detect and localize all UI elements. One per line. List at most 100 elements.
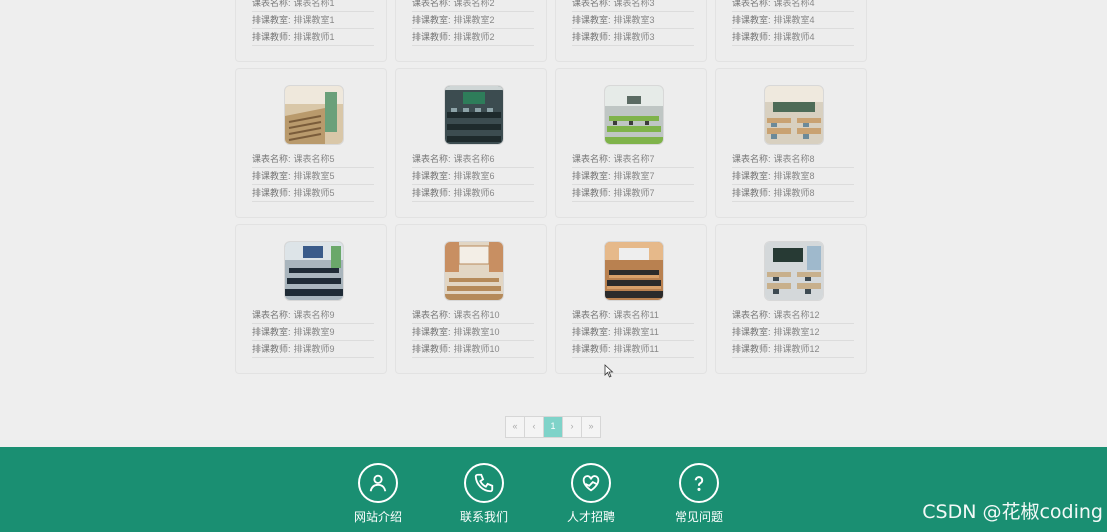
- prev-page-button[interactable]: ‹: [525, 417, 544, 437]
- course-info: 课表名称: 课表名称3 排课教室: 排课教室3 排课教师: 排课教师3: [572, 0, 694, 46]
- course-teacher-value: 排课教师2: [453, 32, 495, 42]
- course-room-value: 排课教室7: [613, 171, 655, 181]
- course-name-label: 课表名称:: [412, 310, 451, 320]
- course-name-label: 课表名称:: [732, 154, 771, 164]
- conference-room-photo[interactable]: [284, 241, 344, 301]
- course-teacher-row: 排课教师: 排课教师2: [412, 29, 534, 46]
- course-teacher-value: 排课教师10: [453, 344, 500, 354]
- course-card[interactable]: 课表名称: 课表名称11 排课教室: 排课教室11 排课教师: 排课教师11: [555, 224, 707, 374]
- course-name-row: 课表名称: 课表名称5: [252, 151, 374, 168]
- course-name-label: 课表名称:: [252, 310, 291, 320]
- course-room-label: 排课教室:: [252, 171, 291, 181]
- course-room-value: 排课教室8: [773, 171, 815, 181]
- footer-about-link[interactable]: 网站介绍: [343, 463, 413, 525]
- footer-about-label: 网站介绍: [353, 510, 402, 524]
- pagination: « ‹ 1 › »: [505, 416, 601, 438]
- course-room-row: 排课教室: 排课教室4: [732, 12, 854, 29]
- course-name-value: 课表名称10: [453, 310, 500, 320]
- course-room-row: 排课教室: 排课教室1: [252, 12, 374, 29]
- footer-faq-label: 常见问题: [674, 510, 723, 524]
- course-name-label: 课表名称:: [252, 0, 291, 8]
- course-info: 课表名称: 课表名称7 排课教室: 排课教室7 排课教师: 排课教师7: [572, 151, 694, 202]
- course-name-row: 课表名称: 课表名称6: [412, 151, 534, 168]
- course-room-row: 排课教室: 排课教室8: [732, 168, 854, 185]
- course-card[interactable]: 课表名称: 课表名称9 排课教室: 排课教室9 排课教师: 排课教师9: [235, 224, 387, 374]
- next-page-button[interactable]: ›: [563, 417, 582, 437]
- course-name-row: 课表名称: 课表名称8: [732, 151, 854, 168]
- course-teacher-value: 排课教师5: [293, 188, 335, 198]
- computer-lab-photo[interactable]: [444, 85, 504, 145]
- course-room-label: 排课教室:: [252, 327, 291, 337]
- course-room-value: 排课教室10: [453, 327, 500, 337]
- course-teacher-label: 排课教师:: [572, 32, 611, 42]
- course-name-value: 课表名称9: [293, 310, 335, 320]
- course-room-label: 排课教室:: [412, 171, 451, 181]
- course-teacher-row: 排课教师: 排课教师5: [252, 185, 374, 202]
- course-name-value: 课表名称5: [293, 154, 335, 164]
- course-name-value: 课表名称7: [613, 154, 655, 164]
- classroom-desks-photo[interactable]: [764, 85, 824, 145]
- course-card[interactable]: 课表名称: 课表名称3 排课教室: 排课教室3 排课教师: 排课教师3: [555, 0, 707, 62]
- course-teacher-label: 排课教师:: [252, 188, 291, 198]
- wooden-classroom-photo[interactable]: [604, 241, 664, 301]
- footer-faq-link[interactable]: 常见问题: [664, 463, 734, 525]
- course-room-row: 排课教室: 排课教室7: [572, 168, 694, 185]
- course-card[interactable]: 课表名称: 课表名称5 排课教室: 排课教室5 排课教师: 排课教师5: [235, 68, 387, 218]
- course-card[interactable]: 课表名称: 课表名称12 排课教室: 排课教室12 排课教师: 排课教师12: [715, 224, 867, 374]
- course-teacher-row: 排课教师: 排课教师1: [252, 29, 374, 46]
- course-name-label: 课表名称:: [412, 154, 451, 164]
- course-card[interactable]: 课表名称: 课表名称7 排课教室: 排课教室7 排课教师: 排课教师7: [555, 68, 707, 218]
- footer-contact-link[interactable]: 联系我们: [449, 463, 519, 525]
- course-name-value: 课表名称4: [773, 0, 815, 8]
- course-card[interactable]: 课表名称: 课表名称4 排课教室: 排课教室4 排课教师: 排课教师4: [715, 0, 867, 62]
- course-teacher-label: 排课教师:: [732, 188, 771, 198]
- course-teacher-value: 排课教师4: [773, 32, 815, 42]
- course-card[interactable]: 课表名称: 课表名称6 排课教室: 排课教室6 排课教师: 排课教师6: [395, 68, 547, 218]
- course-teacher-row: 排课教师: 排课教师10: [412, 341, 534, 358]
- course-teacher-row: 排课教师: 排课教师12: [732, 341, 854, 358]
- course-info: 课表名称: 课表名称6 排课教室: 排课教室6 排课教师: 排课教师6: [412, 151, 534, 202]
- course-room-label: 排课教室:: [412, 15, 451, 25]
- course-room-row: 排课教室: 排课教室12: [732, 324, 854, 341]
- question-icon: [679, 463, 719, 503]
- course-name-row: 课表名称: 课表名称12: [732, 307, 854, 324]
- course-name-label: 课表名称:: [732, 0, 771, 8]
- course-name-label: 课表名称:: [732, 310, 771, 320]
- watermark: CSDN @花椒coding: [922, 501, 1103, 523]
- course-card[interactable]: 课表名称: 课表名称10 排课教室: 排课教室10 排课教师: 排课教师10: [395, 224, 547, 374]
- first-page-button[interactable]: «: [506, 417, 525, 437]
- course-room-value: 排课教室1: [293, 15, 335, 25]
- footer-jobs-link[interactable]: 人才招聘: [556, 463, 626, 525]
- course-info: 课表名称: 课表名称8 排课教室: 排课教室8 排课教师: 排课教师8: [732, 151, 854, 202]
- footer-contact-label: 联系我们: [459, 510, 508, 524]
- course-teacher-row: 排课教师: 排课教师3: [572, 29, 694, 46]
- course-teacher-value: 排课教师1: [293, 32, 335, 42]
- course-teacher-label: 排课教师:: [412, 344, 451, 354]
- course-name-value: 课表名称1: [293, 0, 335, 8]
- last-page-button[interactable]: »: [582, 417, 600, 437]
- course-name-row: 课表名称: 课表名称11: [572, 307, 694, 324]
- course-name-row: 课表名称: 课表名称2: [412, 0, 534, 12]
- current-page-button[interactable]: 1: [544, 417, 563, 437]
- course-info: 课表名称: 课表名称9 排课教室: 排课教室9 排课教师: 排课教师9: [252, 307, 374, 358]
- course-name-row: 课表名称: 课表名称10: [412, 307, 534, 324]
- auditorium-photo[interactable]: [444, 241, 504, 301]
- course-teacher-value: 排课教师9: [293, 344, 335, 354]
- heart-hands-icon: [571, 463, 611, 503]
- course-card[interactable]: 课表名称: 课表名称2 排课教室: 排课教室2 排课教师: 排课教师2: [395, 0, 547, 62]
- course-card[interactable]: 课表名称: 课表名称8 排课教室: 排课教室8 排课教师: 排课教师8: [715, 68, 867, 218]
- course-room-label: 排课教室:: [572, 171, 611, 181]
- course-teacher-value: 排课教师11: [613, 344, 659, 354]
- course-teacher-row: 排课教师: 排课教师6: [412, 185, 534, 202]
- course-name-row: 课表名称: 课表名称7: [572, 151, 694, 168]
- blackboard-classroom-photo[interactable]: [764, 241, 824, 301]
- course-teacher-label: 排课教师:: [412, 32, 451, 42]
- footer-jobs-label: 人才招聘: [566, 510, 615, 524]
- course-card[interactable]: 课表名称: 课表名称1 排课教室: 排课教室1 排课教师: 排课教师1: [235, 0, 387, 62]
- course-teacher-value: 排课教师8: [773, 188, 815, 198]
- green-classroom-photo[interactable]: [604, 85, 664, 145]
- course-teacher-row: 排课教师: 排课教师7: [572, 185, 694, 202]
- course-room-row: 排课教室: 排课教室5: [252, 168, 374, 185]
- footer: 网站介绍 联系我们 人才招聘 常见问题 CSDN @花椒coding: [0, 447, 1107, 532]
- lecture-hall-photo[interactable]: [284, 85, 344, 145]
